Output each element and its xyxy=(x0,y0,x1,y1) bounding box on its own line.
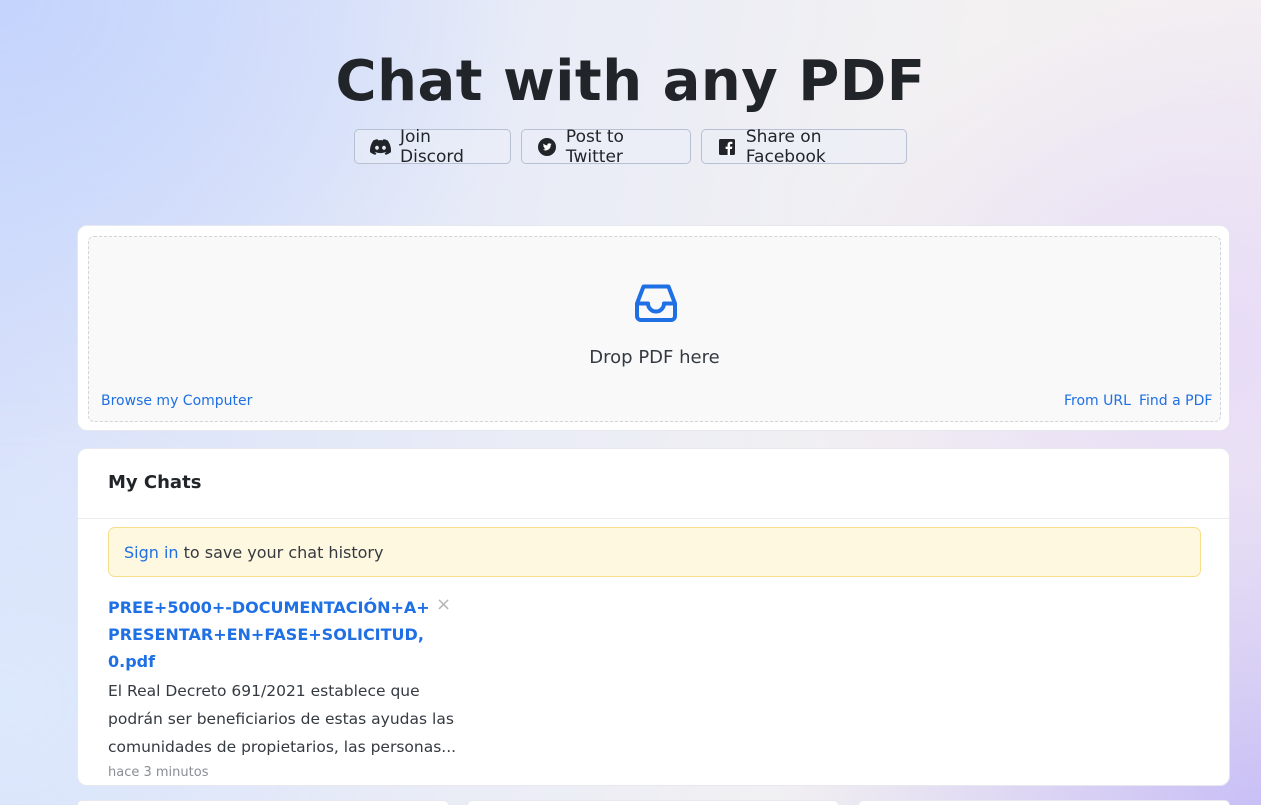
sign-in-notice-text: to save your chat history xyxy=(183,542,384,562)
twitter-icon xyxy=(537,136,557,158)
facebook-icon xyxy=(717,136,737,158)
my-chats-header: My Chats xyxy=(78,449,1229,519)
my-chats-card: My Chats Sign in to save your chat histo… xyxy=(77,448,1230,786)
chat-file-name[interactable]: PREE+5000+-DOCUMENTACIÓN+A+PRESENTAR+EN+… xyxy=(108,594,438,675)
card-peek-3 xyxy=(858,800,1230,805)
join-discord-button[interactable]: Join Discord xyxy=(354,126,511,167)
chat-description: El Real Decreto 691/2021 establece que p… xyxy=(108,682,457,756)
drop-pdf-label: Drop PDF here xyxy=(589,347,720,368)
close-icon[interactable]: × xyxy=(436,594,451,616)
post-to-twitter-button[interactable]: Post to Twitter xyxy=(521,126,691,167)
browse-computer-link[interactable]: Browse my Computer xyxy=(101,393,252,409)
card-peek-1 xyxy=(77,800,449,805)
share-buttons: Join Discord Post to Twitter Share on Fa… xyxy=(0,126,1261,167)
my-chats-title: My Chats xyxy=(108,472,202,493)
join-discord-label: Join Discord xyxy=(400,126,464,167)
from-url-link[interactable]: From URL xyxy=(1064,393,1131,409)
find-pdf-link[interactable]: Find a PDF xyxy=(1139,393,1212,409)
discord-icon xyxy=(370,136,391,158)
chat-timestamp: hace 3 minutos xyxy=(108,765,209,780)
inbox-icon xyxy=(635,284,677,322)
page-title: Chat with any PDF xyxy=(335,49,926,114)
chat-list-item[interactable]: PREE+5000+-DOCUMENTACIÓN+A+PRESENTAR+EN+… xyxy=(108,594,468,780)
post-to-twitter-label: Post to Twitter xyxy=(565,126,624,167)
share-on-facebook-label: Share on Facebook xyxy=(745,126,826,167)
card-peek-2 xyxy=(467,800,839,805)
pdf-drop-zone[interactable]: Drop PDF here Browse my Computer From UR… xyxy=(88,236,1221,422)
sign-in-link[interactable]: Sign in xyxy=(124,543,179,562)
upload-card: Drop PDF here Browse my Computer From UR… xyxy=(77,225,1230,431)
sign-in-notice: Sign in to save your chat history xyxy=(108,527,1201,577)
share-on-facebook-button[interactable]: Share on Facebook xyxy=(701,126,907,167)
